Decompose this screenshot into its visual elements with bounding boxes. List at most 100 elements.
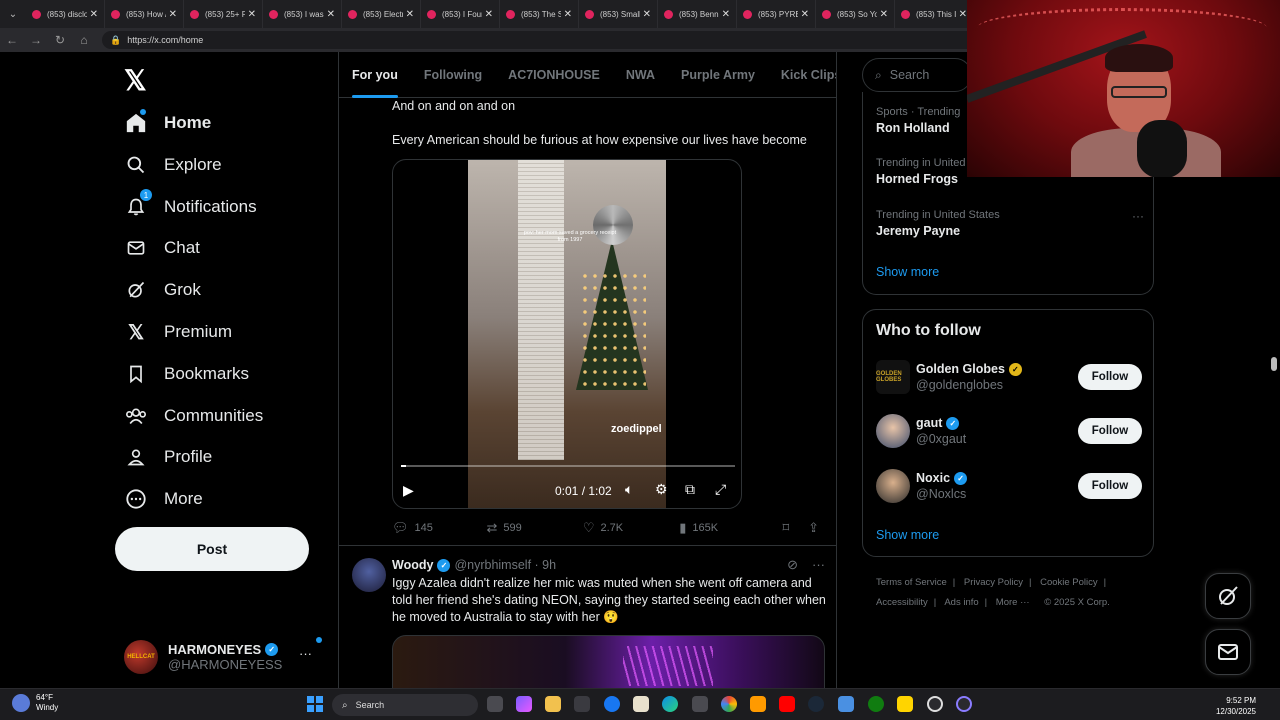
nav-communities[interactable]: Communities — [124, 398, 263, 434]
fullscreen-icon[interactable]: ⤢ — [715, 481, 726, 498]
close-tab-icon[interactable]: ✕ — [643, 9, 651, 20]
browser-tab[interactable]: (853) Small ✕ — [579, 0, 658, 28]
follow-button[interactable]: Follow — [1078, 473, 1142, 499]
steam-icon[interactable] — [808, 696, 824, 712]
bookmark-button[interactable]: ⌑ — [783, 520, 809, 536]
tab-ac7ionhouse[interactable]: AC7IONHOUSE — [495, 52, 613, 98]
grok-icon[interactable]: ⊘ — [787, 557, 798, 573]
show-more-link[interactable]: Show more — [876, 528, 939, 542]
tab-purple-army[interactable]: Purple Army — [668, 52, 768, 98]
browser-tab[interactable]: (853) PYREX✕ — [737, 0, 816, 28]
close-tab-icon[interactable]: ✕ — [406, 9, 414, 20]
close-tab-icon[interactable]: ✕ — [327, 9, 335, 20]
reload-icon[interactable]: ↻ — [48, 33, 72, 47]
share-button[interactable]: ⇪ — [808, 520, 825, 536]
calculator-icon[interactable] — [692, 696, 708, 712]
file-explorer-icon[interactable] — [545, 696, 561, 712]
nav-explore[interactable]: Explore — [124, 147, 222, 183]
edge-icon[interactable] — [662, 696, 678, 712]
follow-button[interactable]: Follow — [1078, 418, 1142, 444]
nav-bookmarks[interactable]: Bookmarks — [124, 356, 249, 392]
tab-for-you[interactable]: For you — [339, 52, 411, 98]
forward-icon[interactable]: → — [24, 33, 48, 47]
nav-more[interactable]: More — [124, 481, 203, 517]
footer-link[interactable]: Cookie Policy — [1040, 577, 1098, 588]
video-progress-bar[interactable] — [401, 465, 735, 467]
nav-profile[interactable]: Profile — [124, 439, 212, 475]
task-view-icon[interactable] — [487, 696, 503, 712]
settings-icon[interactable]: ⚙ — [655, 481, 668, 498]
like-button[interactable]: ♡ 2.7K — [583, 520, 679, 536]
vlc-icon[interactable] — [750, 696, 766, 712]
close-tab-icon[interactable]: ✕ — [801, 9, 809, 20]
browser-tab[interactable]: (853) The S ✕ — [500, 0, 579, 28]
trend-item[interactable]: Trending in United States Jeremy Payne ·… — [876, 209, 1146, 238]
picture-in-picture-icon[interactable]: ⧉ — [685, 481, 695, 498]
close-tab-icon[interactable]: ✕ — [248, 9, 256, 20]
follow-suggestion[interactable]: Noxic ✓ @Noxlcs Follow — [876, 466, 1142, 506]
nav-grok[interactable]: Grok — [124, 272, 201, 308]
grok-fab-button[interactable] — [1205, 573, 1251, 619]
post-button[interactable]: Post — [115, 527, 309, 571]
more-dots-icon[interactable]: ··· — [1132, 209, 1144, 223]
reply-button[interactable]: 💬︎ 145 — [392, 520, 486, 536]
tab-list-chevron-icon[interactable]: ⌄ — [0, 0, 26, 28]
close-tab-icon[interactable]: ✕ — [485, 9, 493, 20]
messages-fab-button[interactable] — [1205, 629, 1251, 675]
taskbar-clock[interactable]: 9:52 PM 12/30/2025 — [1216, 695, 1256, 717]
browser-tab[interactable]: (853) Electr ✕ — [342, 0, 421, 28]
taskbar-search[interactable]: ⌕ Search — [332, 694, 478, 716]
nav-notifications[interactable]: 1 Notifications — [124, 189, 257, 225]
browser-tab[interactable]: (853) 25+ F ✕ — [184, 0, 263, 28]
xbox-icon[interactable] — [868, 696, 884, 712]
close-tab-icon[interactable]: ✕ — [722, 9, 730, 20]
close-tab-icon[interactable]: ✕ — [880, 9, 888, 20]
tweet-author-name[interactable]: Woody — [392, 558, 433, 572]
close-tab-icon[interactable]: ✕ — [169, 9, 177, 20]
scrollbar-thumb[interactable] — [1271, 357, 1277, 371]
browser-tab[interactable]: (853) I was ✕ — [263, 0, 342, 28]
browser-tab[interactable]: (853) How / ✕ — [105, 0, 184, 28]
youtube-icon[interactable] — [779, 696, 795, 712]
weather-widget[interactable]: 64°F Windy — [12, 693, 58, 713]
tweet-author-handle[interactable]: @nyrbhimself · 9h — [454, 558, 556, 572]
more-dots-icon[interactable]: ··· — [299, 646, 312, 661]
footer-link[interactable]: More ··· — [996, 597, 1030, 608]
windows-start-icon[interactable] — [307, 696, 323, 712]
footer-link[interactable]: Ads info — [944, 597, 978, 608]
chrome-icon[interactable] — [721, 696, 737, 712]
obs-icon[interactable] — [927, 696, 943, 712]
show-more-link[interactable]: Show more — [876, 265, 939, 279]
tab-nwa[interactable]: NWA — [613, 52, 668, 98]
follow-button[interactable]: Follow — [1078, 364, 1142, 390]
browser-tab[interactable]: (853) This I ✕ — [895, 0, 974, 28]
tab-following[interactable]: Following — [411, 52, 495, 98]
close-tab-icon[interactable]: ✕ — [564, 9, 572, 20]
back-icon[interactable]: ← — [0, 33, 24, 47]
video-player[interactable]: pov: her mom saved a grocery receipt fro… — [392, 159, 742, 509]
footer-link[interactable]: Accessibility — [876, 597, 928, 608]
tweet-media-image[interactable] — [392, 635, 825, 688]
facebook-icon[interactable] — [604, 696, 620, 712]
browser-tab[interactable]: (853) Benn ✕ — [658, 0, 737, 28]
nav-home[interactable]: Home — [124, 105, 211, 141]
close-tab-icon[interactable]: ✕ — [959, 9, 967, 20]
home-page-icon[interactable]: ⌂ — [72, 33, 96, 47]
play-icon[interactable]: ▶ — [403, 482, 414, 499]
app-icon[interactable] — [956, 696, 972, 712]
account-switcher[interactable]: HELLCAT HARMONEYES ✓ @HARMONEYESS ··· — [124, 632, 324, 682]
x-logo-icon[interactable]: 𝕏 — [124, 64, 147, 97]
tab-kick-clips[interactable]: Kick Clips — [768, 52, 836, 98]
footer-link[interactable]: Terms of Service — [876, 577, 947, 588]
browser-tab[interactable]: (853) disclo ✕ — [26, 0, 105, 28]
more-dots-icon[interactable]: ··· — [812, 557, 825, 573]
browser-tab[interactable]: (853) I Foun ✕ — [421, 0, 500, 28]
footer-link[interactable]: Privacy Policy — [964, 577, 1023, 588]
search-input[interactable]: ⌕ Search — [862, 58, 972, 92]
store-icon[interactable] — [574, 696, 590, 712]
nav-chat[interactable]: Chat — [124, 230, 200, 266]
amazon-icon[interactable] — [633, 696, 649, 712]
follow-suggestion[interactable]: GOLDEN GLOBES Golden Globes ✓ @goldenglob… — [876, 357, 1142, 397]
copilot-icon[interactable] — [516, 696, 532, 712]
follow-suggestion[interactable]: gaut ✓ @0xgaut Follow — [876, 411, 1142, 451]
